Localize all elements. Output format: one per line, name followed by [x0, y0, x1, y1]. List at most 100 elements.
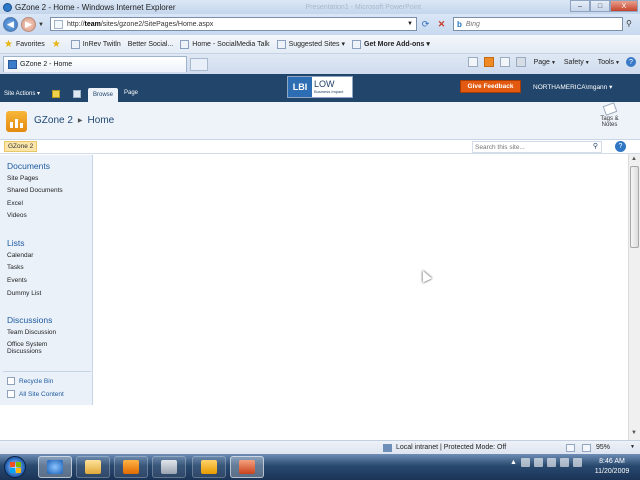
taskbar-explorer[interactable] — [76, 456, 110, 478]
scroll-up-icon[interactable]: ▲ — [631, 156, 637, 162]
edit-page-icon[interactable] — [73, 90, 81, 98]
ql-item-site-pages[interactable]: Site Pages — [7, 175, 38, 183]
zoom-level[interactable]: 95% — [596, 444, 610, 451]
tags-notes-button[interactable]: Tags & Notes — [597, 102, 622, 128]
network-icon[interactable] — [546, 458, 556, 467]
safety-menu[interactable]: Safety▼ — [564, 59, 590, 66]
security-zone-text[interactable]: Local intranet | Protected Mode: Off — [396, 444, 506, 451]
navigate-up-icon[interactable] — [52, 90, 60, 98]
site-actions-menu[interactable]: Site Actions ▾ — [4, 90, 40, 97]
ql-item-events[interactable]: Events — [7, 277, 27, 285]
search-icon[interactable]: ⚲ — [593, 142, 598, 150]
ql-item-tasks[interactable]: Tasks — [7, 264, 24, 272]
search-icon[interactable]: ⚲ — [626, 19, 632, 28]
taskbar-ie[interactable] — [38, 456, 72, 478]
lbi-level: LOW — [314, 79, 335, 89]
maximize-button[interactable]: □ — [590, 0, 610, 12]
address-bar[interactable]: http://team/sites/gzone2/SitePages/Home.… — [50, 17, 417, 31]
tools-menu-label: Tools — [597, 58, 615, 66]
taskbar-snipping-tool[interactable] — [152, 456, 186, 478]
taskbar-powerpoint[interactable] — [230, 456, 264, 478]
taskbar-outlook[interactable] — [192, 456, 226, 478]
tools-menu[interactable]: Tools▼ — [598, 59, 620, 66]
refresh-icon[interactable]: ⟳ — [419, 18, 432, 31]
history-dropdown-icon[interactable]: ▼ — [38, 22, 44, 28]
new-tab-button[interactable] — [190, 57, 208, 71]
status-bar: Local intranet | Protected Mode: Off 95%… — [0, 440, 640, 454]
favorite-link-inrev[interactable]: InRev Twitln — [70, 39, 121, 49]
page-menu[interactable]: Page▼ — [534, 59, 556, 66]
taskbar-media-player[interactable] — [114, 456, 148, 478]
favorite-label: Get More Add-ons ▾ — [364, 41, 430, 48]
scrollbar-thumb[interactable] — [630, 166, 639, 248]
site-title-area: GZone 2 ▶ Home — [0, 102, 640, 140]
favorites-button[interactable]: ★ Favorites — [4, 39, 45, 50]
window-title: GZone 2 - Home - Windows Internet Explor… — [15, 2, 176, 12]
get-more-addons-button[interactable]: Get More Add-ons ▾ — [352, 39, 430, 49]
protected-mode-icon[interactable] — [566, 444, 575, 452]
minimize-button[interactable]: – — [570, 0, 590, 12]
ql-item-dummy-list[interactable]: Dummy List — [7, 290, 41, 298]
vertical-scrollbar[interactable]: ▲ ▼ — [628, 154, 640, 440]
site-logo-icon[interactable] — [6, 111, 27, 132]
suggested-sites-button[interactable]: Suggested Sites ▾ — [276, 39, 345, 49]
ql-recycle-bin[interactable]: Recycle Bin — [7, 377, 53, 385]
site-title-link[interactable]: GZone 2 — [34, 115, 73, 126]
ql-item-team-discussion[interactable]: Team Discussion — [7, 329, 56, 337]
recycle-bin-icon — [7, 377, 15, 385]
close-button[interactable]: X — [610, 0, 638, 12]
help-icon[interactable]: ? — [626, 57, 636, 67]
ql-item-shared-documents[interactable]: Shared Documents — [7, 187, 63, 195]
search-input[interactable] — [465, 20, 596, 28]
site-search-box[interactable]: ⚲ — [472, 141, 602, 153]
favorite-link-socialmedia-talk[interactable]: Home - SocialMedia Talk — [180, 39, 270, 49]
back-button[interactable]: ◀ — [3, 17, 18, 32]
favorite-link-better-social[interactable]: Better Social... — [128, 41, 174, 48]
address-dropdown-icon[interactable]: ▼ — [407, 21, 413, 27]
show-hidden-icons-icon[interactable]: ▲ — [510, 459, 517, 466]
ql-item-videos[interactable]: Videos — [7, 212, 27, 220]
ql-item-excel[interactable]: Excel — [7, 200, 23, 208]
forward-button[interactable]: ▶ — [21, 17, 36, 32]
add-to-favorites-button[interactable]: ★ — [52, 39, 64, 50]
media-player-icon — [123, 460, 139, 474]
ql-item-calendar[interactable]: Calendar — [7, 252, 33, 260]
tray-icon[interactable] — [572, 458, 582, 467]
ql-item-office-system-discussions-line2[interactable]: Discussions — [7, 348, 42, 356]
taskbar-clock[interactable]: 8:46 AM 11/20/2009 — [588, 457, 636, 477]
mail-icon[interactable] — [499, 57, 510, 67]
tab-browse[interactable]: Browse — [88, 88, 118, 102]
clock-time: 8:46 AM — [599, 458, 625, 465]
tab-page[interactable]: Page — [124, 90, 138, 96]
help-icon[interactable]: ? — [615, 141, 626, 152]
start-button[interactable] — [4, 456, 26, 478]
tray-icon[interactable] — [520, 458, 530, 467]
ql-heading-discussions[interactable]: Discussions — [7, 315, 52, 325]
lbi-caption: Business Impact — [314, 89, 344, 94]
site-search-input[interactable] — [475, 143, 585, 151]
ql-heading-lists[interactable]: Lists — [7, 238, 24, 248]
print-icon[interactable] — [515, 57, 526, 67]
breadcrumb: GZone 2 ▶ Home — [34, 115, 114, 126]
zoom-icon[interactable] — [582, 444, 591, 452]
top-link-bar: GZone 2 ⚲ ? — [0, 140, 640, 154]
snipping-tool-icon — [161, 460, 177, 474]
zoom-dropdown-icon[interactable]: ▼ — [630, 444, 635, 450]
home-icon[interactable] — [467, 57, 478, 67]
stop-icon[interactable]: ✕ — [435, 18, 448, 31]
internet-explorer-icon — [47, 460, 63, 474]
scroll-down-icon[interactable]: ▼ — [631, 430, 637, 436]
browser-tab[interactable]: GZone 2 - Home — [3, 56, 187, 72]
feeds-icon[interactable] — [483, 57, 494, 67]
window-title-bar: GZone 2 - Home - Windows Internet Explor… — [0, 0, 640, 14]
ql-heading-documents[interactable]: Documents — [7, 161, 50, 171]
user-menu[interactable]: NORTHAMERICA\mgann ▾ — [533, 83, 612, 91]
tray-icon[interactable] — [533, 458, 543, 467]
top-nav-gzone[interactable]: GZone 2 — [4, 141, 38, 152]
ql-all-site-content[interactable]: All Site Content — [7, 390, 64, 398]
windows-logo-part — [16, 468, 21, 473]
volume-icon[interactable] — [559, 458, 569, 467]
search-box[interactable]: b — [453, 17, 623, 31]
bing-icon: b — [457, 19, 462, 29]
give-feedback-button[interactable]: Give Feedback — [460, 80, 521, 93]
